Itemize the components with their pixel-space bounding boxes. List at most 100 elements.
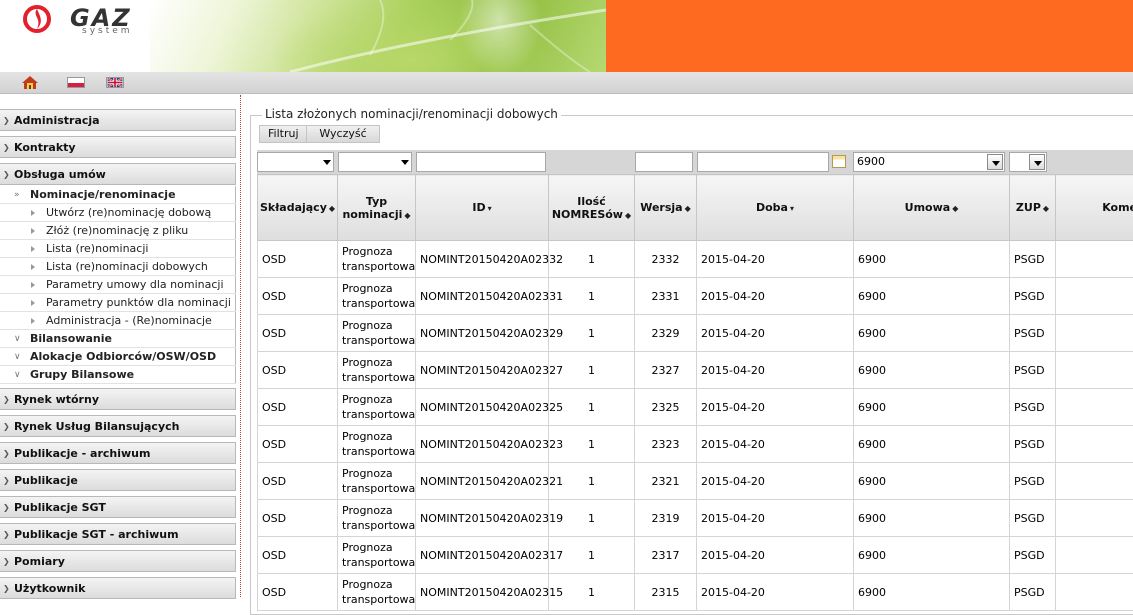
bullet-arrow-icon	[31, 228, 35, 234]
column-header[interactable]: ZUP◆	[1010, 175, 1056, 241]
flag-poland-icon[interactable]	[67, 77, 85, 88]
sidebar-item-administracja-nominacje[interactable]: Administracja - (Re)nominacje	[0, 312, 236, 330]
cell-umowa: 6900	[854, 241, 1010, 278]
sort-icon: ◆	[685, 204, 691, 213]
wersja-filter-input[interactable]	[635, 152, 693, 172]
sidebar-item-parametry-punktow[interactable]: Parametry punktów dla nominacji	[0, 294, 236, 312]
sidebar-item-bilansowanie[interactable]: ∨Bilansowanie	[0, 330, 236, 348]
chevron-down-icon: ∨	[14, 348, 21, 366]
sidebar-group-publikacje-sgt[interactable]: ❯ Publikacje SGT	[0, 496, 236, 518]
zup-filter-select[interactable]	[1009, 152, 1047, 172]
splitter-handle[interactable]	[240, 95, 242, 597]
sidebar-group-publikacje[interactable]: ❯ Publikacje	[0, 469, 236, 491]
bullet-arrow-icon	[31, 300, 35, 306]
cell-doba: 2015-04-20	[697, 241, 854, 278]
sidebar-item-alokacje[interactable]: ∨Alokacje Odbiorców/OSW/OSD	[0, 348, 236, 366]
sidebar-group-pomiary[interactable]: ❯Pomiary	[0, 550, 236, 572]
sidebar-item-lista-nominacji-dobowych[interactable]: Lista (re)nominacji dobowych	[0, 258, 236, 276]
cell-komentarz	[1056, 315, 1133, 352]
cell-typ: Prognoza transportowa	[338, 315, 416, 352]
table-row[interactable]: OSDPrognoza transportowaNOMINT20150420A0…	[258, 537, 1133, 574]
column-header[interactable]: Umowa◆	[854, 175, 1010, 241]
table-row[interactable]: OSDPrognoza transportowaNOMINT20150420A0…	[258, 574, 1133, 611]
skladajacy-filter-select[interactable]	[257, 152, 334, 172]
home-icon[interactable]	[22, 76, 38, 89]
cell-id: NOMINT20150420A02315	[416, 574, 549, 611]
sidebar-item-label: Parametry punktów dla nominacji	[46, 296, 231, 309]
sidebar-item-lista-nominacji[interactable]: Lista (re)nominacji	[0, 240, 236, 258]
dropdown-arrow-icon	[987, 154, 1003, 170]
column-header[interactable]: Kome	[1056, 175, 1133, 241]
column-header[interactable]: Doba▾	[697, 175, 854, 241]
umowa-filter-value: 6900	[857, 155, 885, 168]
sidebar-item-utworz-nominacje[interactable]: Utwórz (re)nominację dobową	[0, 204, 236, 222]
sidebar-group-obsluga-umow[interactable]: ❯Obsługa umów	[0, 163, 236, 185]
column-header[interactable]: Ilość NOMRESów◆	[549, 175, 635, 241]
expand-arrow-icon: ❯	[3, 443, 10, 464]
sidebar-item-zloz-z-pliku[interactable]: Złóż (re)nominację z pliku	[0, 222, 236, 240]
sort-desc-icon: ▾	[790, 204, 794, 213]
sidebar-menu: ❯Administracja ❯Kontrakty ❯Obsługa umów …	[0, 103, 236, 597]
cell-typ: Prognoza transportowa	[338, 241, 416, 278]
sidebar-group-kontrakty[interactable]: ❯Kontrakty	[0, 136, 236, 158]
cell-doba: 2015-04-20	[697, 537, 854, 574]
cell-umowa: 6900	[854, 389, 1010, 426]
flag-uk-icon[interactable]	[106, 77, 124, 88]
column-header[interactable]: Składający◆	[258, 175, 338, 241]
dropdown-arrow-icon	[401, 160, 409, 165]
table-row[interactable]: OSDPrognoza transportowaNOMINT20150420A0…	[258, 500, 1133, 537]
expand-arrow-icon: ❯	[3, 470, 10, 491]
sidebar-group-publikacje-sgt-archiwum[interactable]: ❯Publikacje SGT - archiwum	[0, 523, 236, 545]
sidebar-group-label: Publikacje	[14, 474, 78, 487]
expand-arrow-icon: ❯	[3, 497, 10, 518]
umowa-filter-select[interactable]: 6900	[853, 152, 1005, 172]
cell-komentarz	[1056, 278, 1133, 315]
cell-doba: 2015-04-20	[697, 389, 854, 426]
sidebar-item-label: Administracja - (Re)nominacje	[46, 314, 212, 327]
cell-typ: Prognoza transportowa	[338, 352, 416, 389]
sidebar-group-administracja[interactable]: ❯Administracja	[0, 109, 236, 131]
sidebar-item-nominacje[interactable]: »Nominacje/renominacje	[0, 186, 236, 204]
sidebar-group-label: Publikacje SGT	[14, 501, 106, 514]
page-header: GAZ system	[0, 0, 1133, 72]
sidebar-item-label: Parametry umowy dla nominacji	[46, 278, 224, 291]
table-row[interactable]: OSDPrognoza transportowaNOMINT20150420A0…	[258, 352, 1133, 389]
doba-filter-input[interactable]	[697, 152, 829, 172]
cell-zup: PSGD	[1010, 574, 1056, 611]
clear-button[interactable]: Wyczyść	[306, 125, 380, 143]
column-header[interactable]: ID▾	[416, 175, 549, 241]
table-row[interactable]: OSDPrognoza transportowaNOMINT20150420A0…	[258, 426, 1133, 463]
calendar-icon[interactable]	[832, 155, 846, 168]
gaz-system-logo[interactable]: GAZ system	[22, 4, 162, 34]
table-row[interactable]: OSDPrognoza transportowaNOMINT20150420A0…	[258, 463, 1133, 500]
cell-zup: PSGD	[1010, 463, 1056, 500]
sidebar-group-uzytkownik[interactable]: ❯Użytkownik	[0, 577, 236, 599]
table-row[interactable]: OSDPrognoza transportowaNOMINT20150420A0…	[258, 278, 1133, 315]
column-header-label: Umowa	[905, 201, 951, 214]
cell-wersja: 2315	[635, 574, 697, 611]
cell-typ: Prognoza transportowa	[338, 463, 416, 500]
column-header[interactable]: Typ nominacji◆	[338, 175, 416, 241]
table-row[interactable]: OSDPrognoza transportowaNOMINT20150420A0…	[258, 389, 1133, 426]
cell-wersja: 2317	[635, 537, 697, 574]
cell-doba: 2015-04-20	[697, 278, 854, 315]
column-header[interactable]: Wersja◆	[635, 175, 697, 241]
sidebar-item-label: Nominacje/renominacje	[30, 188, 176, 201]
filter-button[interactable]: Filtruj	[259, 125, 308, 143]
cell-umowa: 6900	[854, 463, 1010, 500]
sidebar-group-publikacje-archiwum[interactable]: ❯Publikacje - archiwum	[0, 442, 236, 464]
sidebar-group-label: Pomiary	[14, 555, 65, 568]
sidebar-item-parametry-umowy[interactable]: Parametry umowy dla nominacji	[0, 276, 236, 294]
sort-icon: ◆	[329, 204, 335, 213]
sidebar-group-rynek-uslug[interactable]: ❯Rynek Usług Bilansujących	[0, 415, 236, 437]
sort-desc-icon: ▾	[488, 204, 492, 213]
cell-komentarz	[1056, 574, 1133, 611]
table-row[interactable]: OSDPrognoza transportowaNOMINT20150420A0…	[258, 241, 1133, 278]
sidebar-group-rynek-wtorny[interactable]: ❯Rynek wtórny	[0, 388, 236, 410]
typ-filter-select[interactable]	[338, 152, 412, 172]
column-header-label: Kome	[1102, 201, 1133, 214]
table-row[interactable]: OSDPrognoza transportowaNOMINT20150420A0…	[258, 315, 1133, 352]
sidebar-item-grupy-bilansowe[interactable]: ∨Grupy Bilansowe	[0, 366, 236, 384]
id-filter-input[interactable]	[416, 152, 546, 172]
cell-zup: PSGD	[1010, 537, 1056, 574]
